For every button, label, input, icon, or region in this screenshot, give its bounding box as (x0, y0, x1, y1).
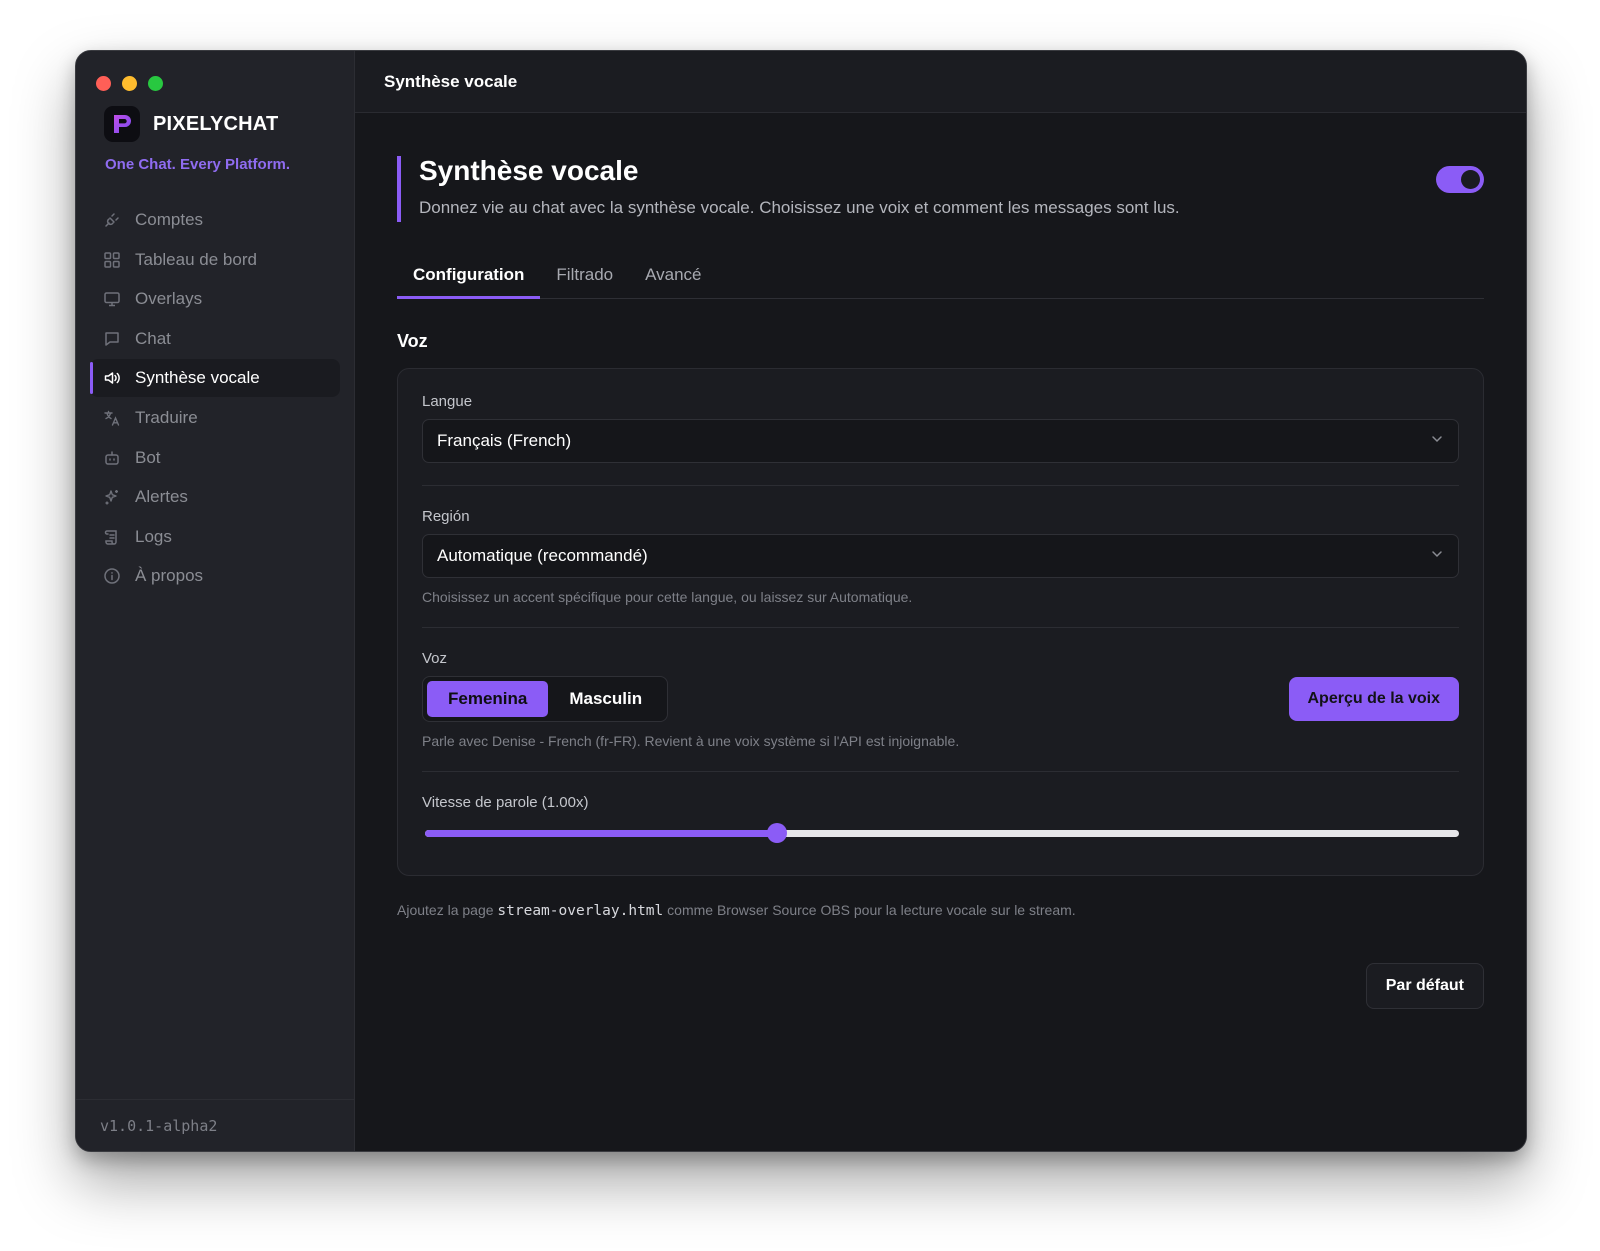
page-title: Synthèse vocale (419, 155, 639, 186)
tab-avance[interactable]: Avancé (629, 258, 717, 298)
topbar-title: Synthèse vocale (384, 71, 518, 91)
footnote-suffix: comme Browser Source OBS pour la lecture… (663, 902, 1076, 918)
brand: PIXELYCHAT (104, 106, 278, 142)
divider (422, 627, 1459, 628)
sidebar-item-comptes[interactable]: Comptes (90, 201, 340, 239)
sidebar-footer: v1.0.1-alpha2 (76, 1099, 354, 1151)
main-panel: Synthèse vocale Synthèse vocale Donnez v… (355, 51, 1526, 1151)
brand-name: PIXELYCHAT (153, 112, 279, 135)
footnote-prefix: Ajoutez la page (397, 902, 498, 918)
sparkles-icon (102, 487, 122, 507)
sidebar-item-label: Comptes (135, 210, 204, 229)
voice-option-masculin[interactable]: Masculin (548, 681, 663, 717)
reset-default-button[interactable]: Par défaut (1365, 963, 1484, 1009)
chat-bubble-icon (102, 329, 122, 349)
sidebar-item-logs[interactable]: Logs (90, 518, 340, 556)
app-window: PIXELYCHAT One Chat. Every Platform. Com… (75, 50, 1527, 1152)
sidebar-item-label: Traduire (135, 407, 198, 427)
region-select[interactable]: Automatique (recommandé) (422, 534, 1459, 578)
info-icon (102, 566, 122, 586)
close-window-button[interactable] (96, 76, 111, 91)
page-header: Synthèse vocale Donnez vie au chat avec … (397, 155, 1484, 222)
preview-voice-button[interactable]: Aperçu de la voix (1288, 677, 1459, 721)
monitor-icon (102, 289, 122, 309)
sidebar-item-alertes[interactable]: Alertes (90, 478, 340, 516)
minimize-window-button[interactable] (122, 76, 137, 91)
tab-bar: Configuration Filtrado Avancé (397, 258, 1484, 299)
obs-footnote: Ajoutez la page stream-overlay.html comm… (397, 902, 1484, 919)
tab-filtrado[interactable]: Filtrado (540, 258, 629, 298)
tts-enabled-toggle[interactable] (1436, 166, 1484, 193)
sidebar-item-overlays[interactable]: Overlays (90, 280, 340, 318)
speech-speed-slider[interactable] (422, 821, 1459, 845)
app-logo-icon (104, 106, 140, 142)
voice-gender-selector: Femenina Masculin (422, 676, 669, 722)
voice-row: Femenina Masculin Aperçu de la voix (422, 676, 1459, 722)
sidebar-item-label: Bot (135, 447, 161, 467)
sidebar: PIXELYCHAT One Chat. Every Platform. Com… (76, 51, 355, 1151)
chevron-down-icon (1430, 431, 1444, 451)
voice-hint: Parle avec Denise - French (fr-FR). Revi… (422, 733, 960, 749)
toggle-knob (1461, 170, 1480, 189)
sidebar-item-label: Chat (135, 328, 171, 348)
language-value: Français (French) (437, 431, 572, 450)
speaker-icon (102, 368, 122, 388)
sidebar-nav: Comptes Tableau de bord Overlays Chat Sy… (90, 201, 340, 597)
slider-thumb[interactable] (766, 823, 787, 843)
sidebar-item-bot[interactable]: Bot (90, 439, 340, 477)
tab-configuration[interactable]: Configuration (397, 258, 541, 299)
bot-icon (102, 448, 122, 468)
sidebar-item-traduire[interactable]: Traduire (90, 399, 340, 437)
page-subtitle: Donnez vie au chat avec la synthèse voca… (419, 198, 1180, 217)
app-version: v1.0.1-alpha2 (100, 1116, 218, 1135)
scroll-icon (102, 527, 122, 547)
footnote-code: stream-overlay.html (497, 903, 664, 919)
sidebar-item-label: Synthèse vocale (135, 368, 260, 388)
sidebar-item-a-propos[interactable]: À propos (90, 557, 340, 595)
language-select[interactable]: Français (French) (422, 419, 1459, 463)
sidebar-item-label: Logs (135, 526, 172, 546)
voice-option-femenina[interactable]: Femenina (427, 681, 549, 717)
topbar: Synthèse vocale (355, 51, 1526, 113)
region-label: Región (422, 508, 470, 525)
grid-icon (102, 250, 122, 270)
sidebar-item-synthese-vocale[interactable]: Synthèse vocale (90, 359, 340, 398)
language-label: Langue (422, 393, 473, 410)
divider (422, 771, 1459, 772)
slider-fill (425, 830, 777, 837)
sidebar-item-label: Tableau de bord (135, 249, 257, 269)
region-value: Automatique (recommandé) (437, 546, 648, 565)
translate-icon (102, 408, 122, 428)
window-controls (96, 76, 163, 91)
sidebar-item-tableau-de-bord[interactable]: Tableau de bord (90, 241, 340, 279)
sidebar-item-label: Alertes (135, 487, 188, 507)
content-area: Synthèse vocale Donnez vie au chat avec … (355, 113, 1526, 1151)
voice-settings-card: Langue Français (French) Región Automati… (397, 368, 1484, 876)
sidebar-item-label: Overlays (135, 289, 203, 309)
chevron-down-icon (1430, 546, 1444, 566)
brand-tagline: One Chat. Every Platform. (105, 156, 291, 173)
sidebar-item-chat[interactable]: Chat (90, 320, 340, 358)
divider (422, 485, 1459, 486)
section-title-voz: Voz (397, 331, 428, 351)
plug-icon (102, 210, 122, 230)
zoom-window-button[interactable] (148, 76, 163, 91)
voice-label: Voz (422, 650, 448, 667)
region-hint: Choisissez un accent spécifique pour cet… (422, 589, 913, 605)
sidebar-item-label: À propos (135, 566, 204, 586)
speed-label: Vitesse de parole (1.00x) (422, 794, 589, 811)
